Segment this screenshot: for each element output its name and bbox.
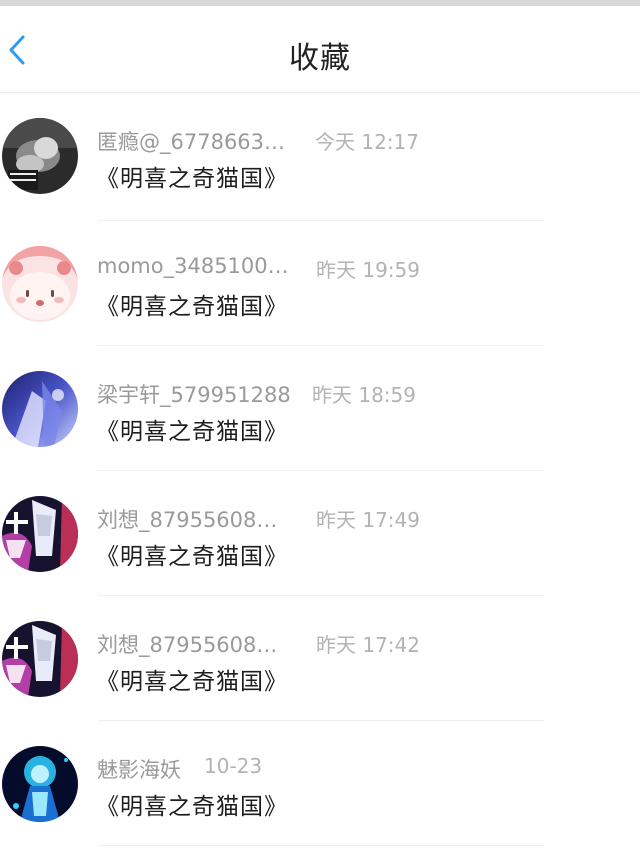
book-title[interactable]: 《明喜之奇猫国》 — [96, 537, 288, 571]
list-item[interactable]: 匿瘾@_6778663… 今天 12:17 《明喜之奇猫国》 — [0, 93, 640, 221]
timestamp: 昨天 17:42 — [316, 633, 420, 657]
avatar[interactable] — [2, 621, 78, 697]
book-title[interactable]: 《明喜之奇猫国》 — [96, 159, 288, 193]
timestamp: 今天 12:17 — [315, 130, 419, 154]
nav-bar: 收藏 — [0, 6, 640, 93]
timestamp: 昨天 19:59 — [316, 258, 420, 282]
username[interactable]: 匿瘾@_6778663… — [97, 126, 285, 156]
book-title[interactable]: 《明喜之奇猫国》 — [96, 412, 288, 446]
avatar[interactable] — [2, 371, 78, 447]
book-title[interactable]: 《明喜之奇猫国》 — [96, 662, 288, 696]
list-item[interactable]: 刘想_87955608… 昨天 17:42 《明喜之奇猫国》 — [0, 596, 640, 721]
avatar[interactable] — [2, 246, 78, 322]
list-item[interactable]: 魅影海妖 10-23 《明喜之奇猫国》 — [0, 721, 640, 846]
list-item[interactable]: 刘想_87955608… 昨天 17:49 《明喜之奇猫国》 — [0, 471, 640, 596]
username[interactable]: 魅影海妖 — [97, 754, 181, 784]
favorites-screen: 收藏 匿瘾@_6778663… 今天 12:17 《明喜之奇猫国》 momo_3… — [0, 0, 640, 849]
divider — [98, 845, 544, 846]
username[interactable]: 刘想_87955608… — [97, 504, 277, 534]
timestamp: 昨天 17:49 — [316, 508, 420, 532]
favorites-list: 匿瘾@_6778663… 今天 12:17 《明喜之奇猫国》 momo_3485… — [0, 93, 640, 846]
avatar[interactable] — [2, 746, 78, 822]
username[interactable]: 刘想_87955608… — [97, 629, 277, 659]
username[interactable]: momo_3485100… — [97, 254, 289, 278]
timestamp: 昨天 18:59 — [312, 383, 416, 407]
list-item[interactable]: 梁宇轩_579951288 昨天 18:59 《明喜之奇猫国》 — [0, 346, 640, 471]
page-title: 收藏 — [289, 41, 351, 76]
book-title[interactable]: 《明喜之奇猫国》 — [96, 787, 288, 821]
timestamp: 10-23 — [204, 754, 263, 778]
username[interactable]: 梁宇轩_579951288 — [97, 379, 291, 409]
list-item[interactable]: momo_3485100… 昨天 19:59 《明喜之奇猫国》 — [0, 221, 640, 346]
avatar[interactable] — [2, 496, 78, 572]
book-title[interactable]: 《明喜之奇猫国》 — [96, 287, 288, 321]
avatar[interactable] — [2, 118, 78, 194]
